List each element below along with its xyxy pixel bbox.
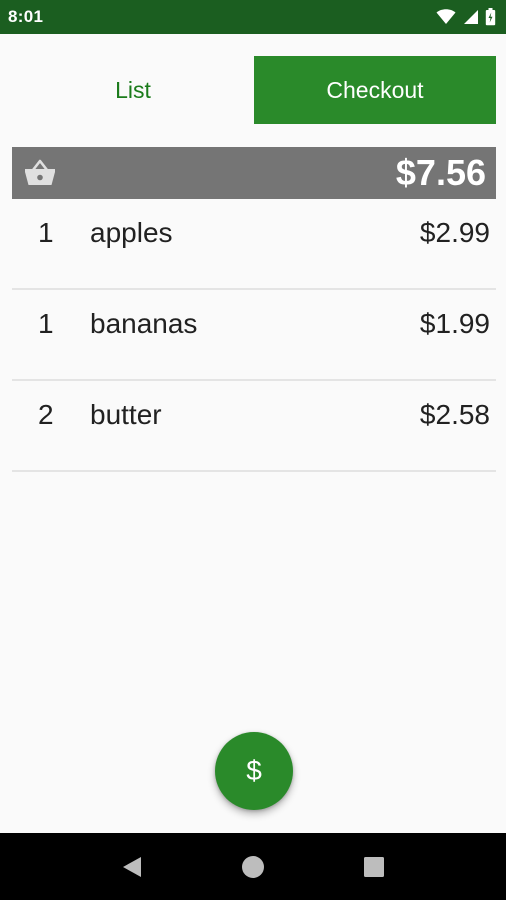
item-price: $2.58 (419, 399, 490, 430)
list-item[interactable]: 1 apples $2.99 (12, 199, 496, 290)
item-price: $2.99 (419, 217, 490, 248)
status-icons (436, 8, 496, 26)
tab-list[interactable]: List (12, 56, 254, 124)
item-name: bananas (90, 308, 198, 339)
signal-icon (462, 9, 479, 25)
total-amount: $7.56 (395, 152, 486, 193)
basket-icon (24, 157, 56, 189)
back-icon[interactable] (112, 847, 152, 887)
status-bar: 8:01 (0, 0, 506, 34)
list-item[interactable]: 2 butter $2.58 (12, 381, 496, 472)
home-icon[interactable] (233, 847, 273, 887)
wifi-icon (436, 9, 456, 25)
tab-checkout[interactable]: Checkout (254, 56, 496, 124)
dollar-icon: $ (246, 755, 262, 786)
navigation-bar (0, 833, 506, 900)
total-bar: $7.56 (12, 147, 496, 199)
list-item[interactable]: 1 bananas $1.99 (12, 290, 496, 381)
item-price: $1.99 (419, 308, 490, 339)
item-quantity: 1 (38, 308, 54, 339)
pay-fab-button[interactable]: $ (215, 732, 293, 810)
item-quantity: 1 (38, 217, 54, 248)
tab-bar: List Checkout (12, 56, 496, 124)
item-name: apples (90, 217, 173, 248)
recents-icon[interactable] (354, 847, 394, 887)
item-list: 1 apples $2.99 1 bananas $1.99 2 butter … (12, 199, 496, 472)
battery-icon (485, 8, 496, 26)
item-name: butter (90, 399, 162, 430)
item-quantity: 2 (38, 399, 54, 430)
status-time: 8:01 (8, 7, 44, 26)
